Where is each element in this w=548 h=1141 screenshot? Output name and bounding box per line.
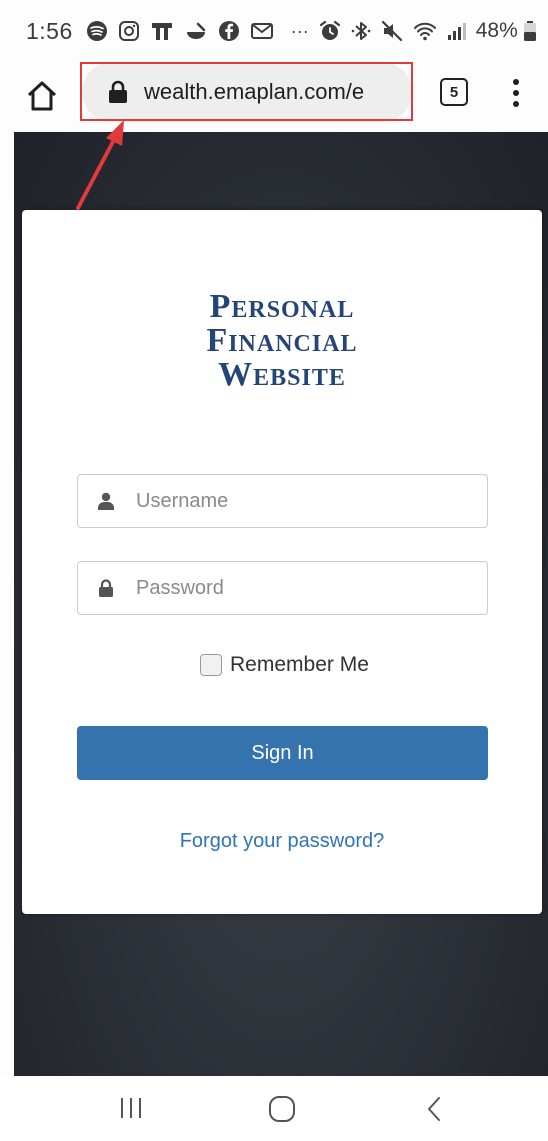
facebook-icon (218, 20, 240, 42)
more-icon: ··· (290, 20, 309, 41)
gmail-icon (250, 21, 274, 41)
web-content: Personal Financial Website Remember Me (14, 132, 548, 1076)
home-icon[interactable] (24, 78, 60, 114)
wifi-icon (413, 20, 437, 42)
notification-icon (150, 20, 174, 42)
tab-switcher-button[interactable]: 5 (440, 78, 468, 106)
login-card: Personal Financial Website Remember Me (22, 210, 542, 914)
username-input[interactable] (136, 489, 476, 513)
forgot-password-link[interactable]: Forgot your password? (22, 830, 542, 853)
alarm-icon (319, 20, 341, 42)
logo-line-1: Personal (209, 288, 355, 325)
bluetooth-icon (351, 20, 371, 42)
password-field[interactable] (77, 561, 488, 615)
overflow-menu-icon[interactable] (506, 76, 526, 110)
browser-toolbar: wealth.emaplan.com/e 5 (0, 62, 548, 132)
home-nav-icon[interactable] (266, 1094, 298, 1124)
battery-icon (523, 20, 537, 42)
recent-apps-icon[interactable] (118, 1094, 144, 1122)
remember-me-checkbox[interactable] (200, 654, 222, 676)
back-icon[interactable] (424, 1094, 444, 1124)
status-time: 1:56 (26, 17, 73, 44)
delivery-icon (184, 20, 208, 42)
sign-in-button[interactable]: Sign In (77, 726, 488, 780)
url-text: wealth.emaplan.com/e (144, 79, 365, 104)
instagram-icon (118, 20, 140, 42)
site-logo: Personal Financial Website (22, 290, 542, 392)
signal-icon (447, 20, 467, 42)
remember-me-label: Remember Me (230, 653, 369, 676)
mute-icon (381, 20, 403, 42)
username-field[interactable] (77, 474, 488, 528)
address-bar[interactable]: wealth.emaplan.com/e (82, 62, 412, 122)
password-input[interactable] (136, 576, 476, 600)
battery-percentage: 48% (475, 19, 518, 42)
logo-line-3: Website (218, 356, 346, 393)
remember-me[interactable]: Remember Me (200, 651, 369, 679)
spotify-icon (86, 20, 108, 42)
phone-screen: 1:56 ··· 48% wealth.emaplan.com/e 5 Pers… (0, 0, 548, 1141)
lock-icon (98, 579, 114, 597)
system-nav-bar (0, 1076, 548, 1141)
user-icon (98, 492, 114, 510)
logo-line-2: Financial (206, 322, 358, 359)
status-bar: 1:56 ··· 48% (0, 0, 548, 62)
lock-icon (108, 80, 128, 104)
